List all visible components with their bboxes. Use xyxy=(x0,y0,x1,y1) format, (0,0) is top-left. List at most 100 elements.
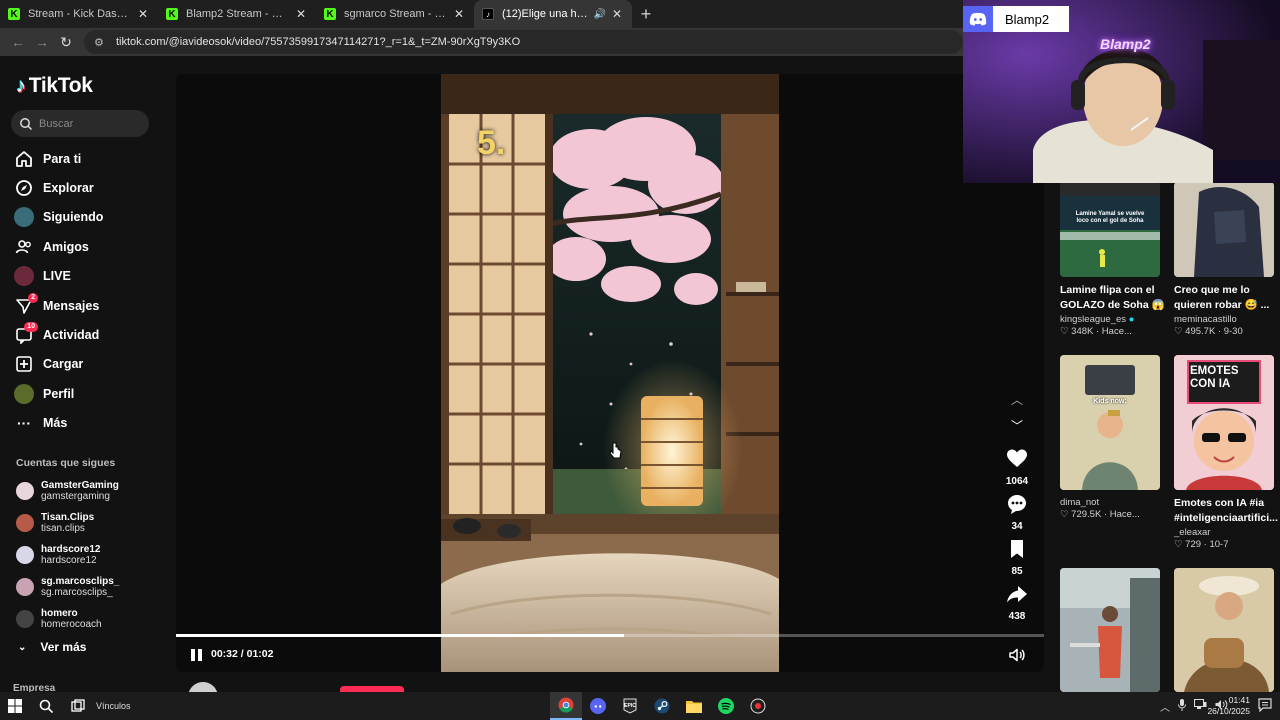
feed-card[interactable]: Lamine Yamal se vuelve loco con el gol d… xyxy=(1060,182,1168,337)
comment-action[interactable]: 34 xyxy=(998,493,1036,532)
back-button[interactable]: ← xyxy=(6,34,30,50)
new-tab-button[interactable]: + xyxy=(632,0,660,28)
browser-tab[interactable]: K Stream - Kick Dashboard ✕ xyxy=(0,0,158,28)
close-icon[interactable]: ✕ xyxy=(452,7,466,21)
next-video-button[interactable]: ﹀ xyxy=(1006,416,1028,434)
address-bar[interactable]: ⚙ tiktok.com/@iavideosok/video/755735991… xyxy=(84,30,963,54)
nav-item-cargar[interactable]: Cargar xyxy=(14,350,103,379)
reload-button[interactable]: ↻ xyxy=(54,34,78,51)
feed-card[interactable] xyxy=(1060,568,1168,692)
avatar xyxy=(16,514,34,532)
messages-badge: 2 xyxy=(28,292,38,303)
nav-item-mensajes[interactable]: 2 Mensajes xyxy=(14,291,103,320)
task-view-icon[interactable] xyxy=(62,699,94,713)
close-icon[interactable]: ✕ xyxy=(610,7,624,21)
spotify-icon[interactable] xyxy=(710,692,742,720)
following-item[interactable]: homero homerocoach xyxy=(16,603,119,635)
pause-button[interactable] xyxy=(191,648,205,662)
following-item[interactable]: GamsterGaming gamstergaming xyxy=(16,475,119,507)
steam-icon[interactable] xyxy=(646,692,678,720)
file-explorer-icon[interactable] xyxy=(678,692,710,720)
video-frame[interactable]: 5. xyxy=(441,74,779,672)
nav-label: Cargar xyxy=(43,357,84,372)
thumbnail-caption: Lamine Yamal se vuelve loco con el gol d… xyxy=(1075,211,1145,224)
network-icon[interactable] xyxy=(1194,699,1207,713)
following-name: Tisan.Clips xyxy=(41,512,95,523)
nav-item-para-ti[interactable]: Para ti xyxy=(14,144,103,173)
following-item[interactable]: Tisan.Clips tisan.clips xyxy=(16,507,119,539)
nav-item-amigos[interactable]: Amigos xyxy=(14,232,103,261)
feed-username: dima_not xyxy=(1060,497,1100,508)
nav-item-mas[interactable]: ··· Más xyxy=(14,409,103,438)
following-name: GamsterGaming xyxy=(41,480,119,491)
heart-icon xyxy=(1007,449,1027,467)
discord-icon[interactable] xyxy=(582,692,614,720)
links-toolbar[interactable]: Vínculos xyxy=(96,701,131,711)
chevron-down-icon: ⌄ xyxy=(18,641,27,653)
video-thumbnail[interactable]: EMOTES CON IA xyxy=(1174,355,1274,490)
feed-card[interactable] xyxy=(1174,568,1280,692)
activity-icon: 10 xyxy=(14,322,38,345)
share-action[interactable]: 438 xyxy=(998,583,1036,622)
microphone-icon[interactable] xyxy=(1178,698,1186,714)
thumbnail-image xyxy=(1060,568,1160,692)
speaker-icon[interactable]: 🔊 xyxy=(594,9,606,20)
feed-user: kingsleague_es ● xyxy=(1060,314,1168,325)
feed-stats: ♡ 729 · 10-7 xyxy=(1174,539,1280,550)
nav-item-explorar[interactable]: Explorar xyxy=(14,173,103,202)
save-action[interactable]: 85 xyxy=(998,538,1036,577)
previous-video-button[interactable]: ︿ xyxy=(1006,390,1028,408)
site-info-icon[interactable]: ⚙ xyxy=(94,36,108,49)
epic-games-icon[interactable]: EPIC xyxy=(614,692,646,720)
search-placeholder: Buscar xyxy=(39,117,74,130)
feed-card[interactable]: EMOTES CON IA Emotes con IA #ia #intelig… xyxy=(1174,355,1280,550)
video-thumbnail[interactable] xyxy=(1060,568,1160,692)
volume-icon[interactable] xyxy=(1008,646,1026,664)
video-thumbnail[interactable]: Kids now: xyxy=(1060,355,1160,490)
see-more-label: Ver más xyxy=(40,640,87,654)
save-count: 85 xyxy=(1011,566,1023,577)
nav-item-live[interactable]: LIVE xyxy=(14,262,103,291)
video-thumbnail[interactable] xyxy=(1174,568,1274,692)
nav-label: Para ti xyxy=(43,151,82,166)
tab-title: Blamp2 Stream - Watch Live on xyxy=(186,8,290,20)
video-thumbnail[interactable] xyxy=(1174,182,1274,277)
chevron-up-icon[interactable]: ︿ xyxy=(1160,699,1170,714)
following-item[interactable]: sg.marcosclips_ sg.marcosclips_ xyxy=(16,571,119,603)
notification-icon[interactable] xyxy=(1258,698,1272,712)
video-player[interactable]: 5. ︿ ﹀ 1064 34 85 438 00:32 / 01:02 xyxy=(176,74,1044,672)
see-more-button[interactable]: ⌄ Ver más xyxy=(18,640,86,654)
following-handle: gamstergaming xyxy=(41,491,110,502)
browser-tab[interactable]: K sgmarco Stream - Watch Live o ✕ xyxy=(316,0,474,28)
chrome-icon[interactable] xyxy=(550,692,582,720)
close-icon[interactable]: ✕ xyxy=(294,7,308,21)
search-icon[interactable] xyxy=(30,699,62,714)
feed-title: Emotes con IA #ia #inteligenciaartifici.… xyxy=(1174,497,1278,524)
feed-card[interactable]: Creo que me lo quieren robar 😅 ... memin… xyxy=(1174,182,1280,337)
nav-item-perfil[interactable]: Perfil xyxy=(14,379,103,408)
close-icon[interactable]: ✕ xyxy=(136,7,150,21)
search-input[interactable]: Buscar xyxy=(11,110,149,137)
system-clock[interactable]: 01:41 26/10/2025 xyxy=(1207,695,1250,717)
following-item[interactable]: hardscore12 hardscore12 xyxy=(16,539,119,571)
start-button[interactable] xyxy=(0,699,30,713)
footer-empresa[interactable]: Empresa xyxy=(13,683,55,692)
video-progress-bar[interactable] xyxy=(176,634,1044,637)
forward-button[interactable]: → xyxy=(30,34,54,50)
nav-item-siguiendo[interactable]: Siguiendo xyxy=(14,203,103,232)
feed-card[interactable]: Kids now: dima_not ♡ 729.5K · Hace... xyxy=(1060,355,1168,520)
nav-label: Más xyxy=(43,416,68,431)
svg-text:EPIC: EPIC xyxy=(624,703,636,709)
tiktok-logo[interactable]: ♪ TikTok xyxy=(16,74,93,98)
comment-icon xyxy=(1008,495,1026,514)
browser-tab[interactable]: K Blamp2 Stream - Watch Live on ✕ xyxy=(158,0,316,28)
browser-tab-active[interactable]: ♪ (12)Elige una habitacion # 🔊 ✕ xyxy=(474,0,632,28)
video-thumbnail[interactable]: Lamine Yamal se vuelve loco con el gol d… xyxy=(1060,182,1160,277)
thumbnail-image xyxy=(1060,355,1160,490)
feed-stat-text: 729 · 10-7 xyxy=(1185,539,1229,550)
avatar xyxy=(16,482,34,500)
nav-item-actividad[interactable]: 10 Actividad xyxy=(14,320,103,349)
like-action[interactable]: 1064 xyxy=(998,448,1036,487)
recording-app-icon[interactable] xyxy=(742,692,774,720)
video-author[interactable]: iavideosok xyxy=(188,682,288,692)
